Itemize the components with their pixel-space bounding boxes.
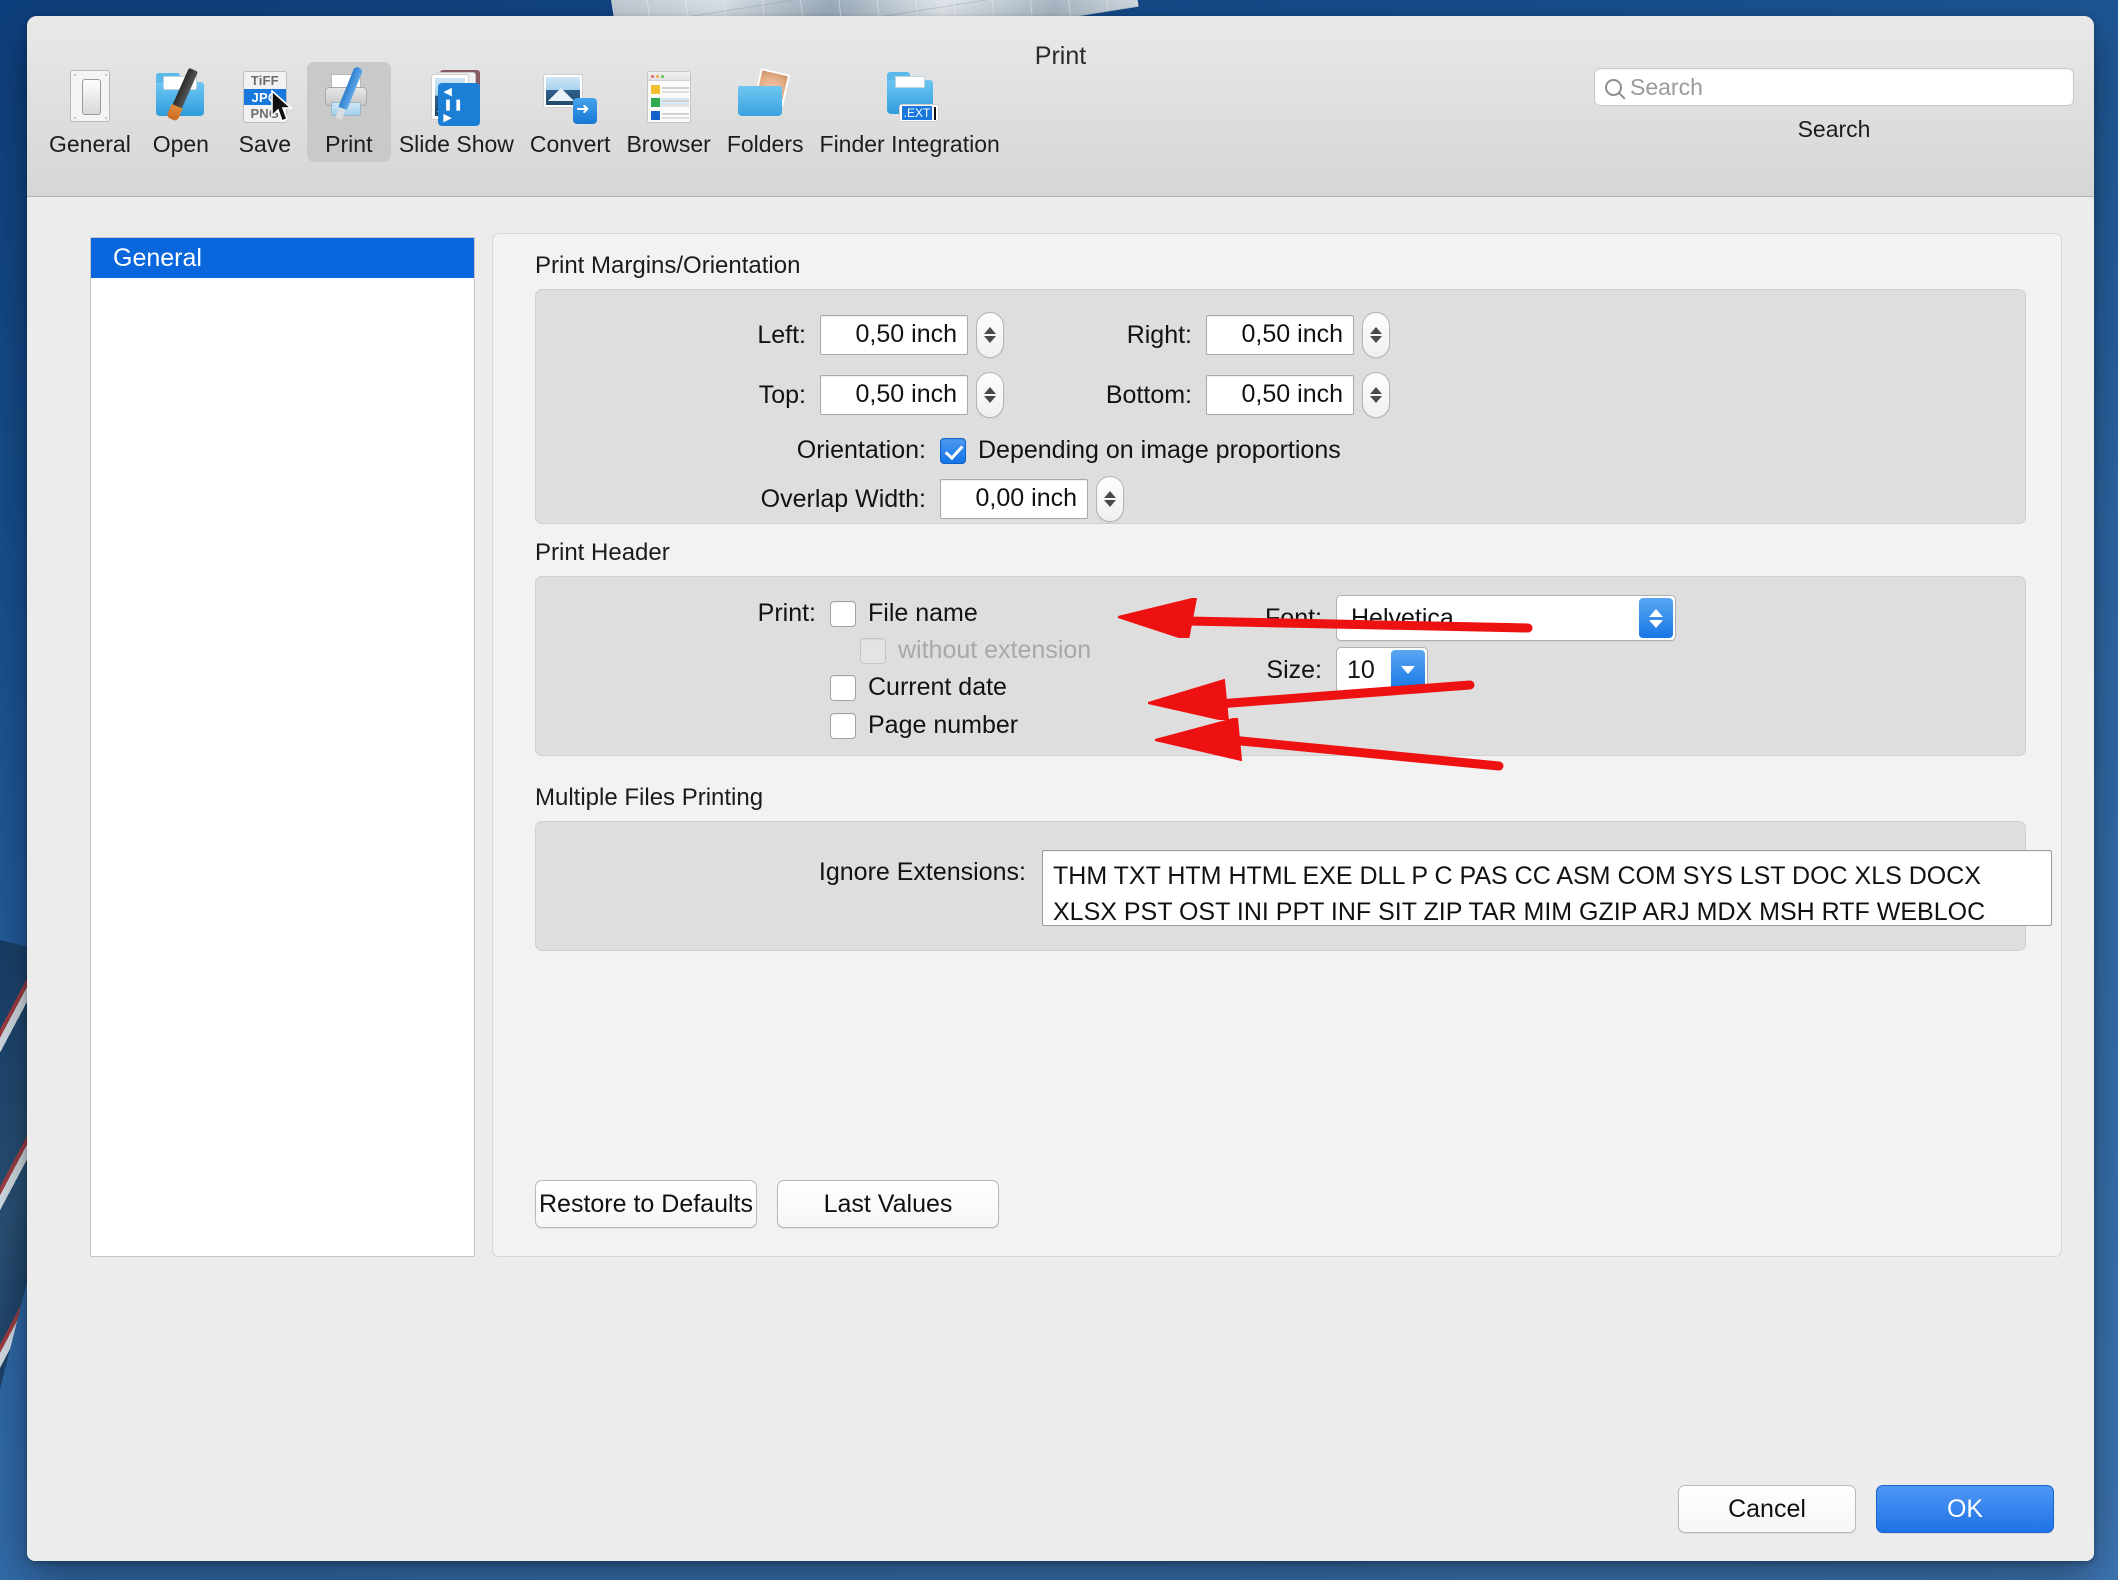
sidebar-item-general[interactable]: General [91, 238, 474, 278]
settings-sidebar: General [90, 237, 475, 1257]
toolbar-label-folders: Folders [726, 131, 804, 157]
restore-to-defaults-button[interactable]: Restore to Defaults [535, 1180, 757, 1228]
save-formats-icon: TiFF JPG PNG [236, 68, 294, 126]
checkbox-file-name[interactable] [830, 600, 856, 627]
chevron-updown-icon[interactable] [1639, 598, 1673, 638]
slideshow-photos-icon: ◀ ❚❚ ▶ [427, 68, 485, 126]
toolbar-item-folders[interactable]: Folders [719, 62, 812, 162]
toolbar-item-save[interactable]: TiFF JPG PNG Save [223, 62, 307, 162]
general-switch-icon [61, 68, 119, 126]
checkbox-current-date[interactable] [830, 674, 856, 701]
window-body: General Print Margins/Orientation Left: … [27, 197, 2094, 1561]
stepper-top-margin[interactable] [976, 372, 1004, 418]
label-current-date: Current date [868, 673, 1007, 701]
select-size-value: 10 [1347, 655, 1375, 684]
panel-action-buttons: Restore to Defaults Last Values [535, 1180, 999, 1228]
label-orientation: Orientation: [796, 436, 926, 464]
last-values-button[interactable]: Last Values [777, 1180, 999, 1228]
toolbar-item-convert[interactable]: Convert [522, 62, 619, 162]
toolbar-label-finder-integration: Finder Integration [819, 131, 1000, 157]
label-file-name: File name [868, 599, 978, 627]
group-box-print-margins: Left: 0,50 inch Right: 0,50 inch Top: 0,… [535, 289, 2026, 524]
checkbox-without-extension[interactable] [860, 637, 886, 664]
label-bottom-margin: Bottom: [1105, 380, 1192, 409]
group-multiple-files: Multiple Files Printing Ignore Extension… [535, 784, 2052, 951]
ok-button[interactable]: OK [1876, 1485, 2054, 1533]
input-ignore-extensions[interactable]: THM TXT HTM HTML EXE DLL P C PAS CC ASM … [1042, 850, 2052, 926]
checkbox-orientation-depending[interactable] [940, 437, 966, 464]
search-area: Search [1594, 68, 2074, 143]
group-box-multiple-files: Ignore Extensions: THM TXT HTM HTML EXE … [535, 821, 2052, 951]
mouse-cursor-icon [270, 89, 296, 129]
label-right-margin: Right: [1126, 320, 1192, 349]
input-bottom-margin[interactable]: 0,50 inch [1206, 375, 1354, 415]
label-without-extension: without extension [898, 636, 1092, 664]
label-overlap-width: Overlap Width: [760, 484, 926, 513]
select-size[interactable]: 10 [1336, 647, 1428, 693]
input-right-margin[interactable]: 0,50 inch [1206, 315, 1354, 355]
label-page-number: Page number [868, 711, 1019, 739]
label-print: Print: [757, 599, 816, 627]
toolbar-label-open: Open [152, 131, 209, 157]
toolbar-item-general[interactable]: General [41, 62, 139, 162]
input-top-margin[interactable]: 0,50 inch [820, 375, 968, 415]
label-left-margin: Left: [757, 320, 806, 349]
label-size: Size: [1266, 655, 1322, 684]
toolbar-label-general: General [49, 131, 131, 157]
label-font: Font: [1265, 603, 1322, 632]
chevron-down-icon[interactable] [1391, 650, 1425, 690]
toolbar-item-browser[interactable]: Browser [618, 62, 718, 162]
dialog-footer: Cancel OK [1678, 1485, 2054, 1533]
toolbar-items: General Open TiFF JPG PNG Save Print ◀ ❚… [41, 62, 1008, 162]
search-magnifier-icon [1605, 78, 1622, 96]
toolbar-label-slide-show: Slide Show [398, 131, 514, 157]
finder-integration-ext-icon: .EXT [881, 68, 940, 126]
label-top-margin: Top: [758, 380, 806, 409]
cancel-button[interactable]: Cancel [1678, 1485, 1856, 1533]
group-title-print-margins: Print Margins/Orientation [535, 252, 801, 279]
label-ignore-extensions: Ignore Extensions: [818, 858, 1026, 886]
settings-panel: Print Margins/Orientation Left: 0,50 inc… [492, 233, 2062, 1257]
select-font-value: Helvetica [1351, 603, 1454, 632]
convert-photo-arrow-icon [541, 68, 599, 126]
preferences-window: Print General Open TiFF JPG PNG Save Pri… [27, 16, 2094, 1561]
window-toolbar: Print General Open TiFF JPG PNG Save Pri… [27, 16, 2094, 197]
toolbar-label-convert: Convert [529, 131, 611, 157]
input-left-margin[interactable]: 0,50 inch [820, 315, 968, 355]
sidebar-item-label: General [113, 243, 202, 272]
stepper-bottom-margin[interactable] [1362, 372, 1390, 418]
stepper-right-margin[interactable] [1362, 312, 1390, 358]
stepper-overlap-width[interactable] [1096, 476, 1124, 522]
group-print-header: Print Header Print: File name without ex… [535, 539, 2026, 756]
open-folder-brush-icon [152, 67, 210, 126]
search-box[interactable] [1594, 68, 2074, 106]
toolbar-item-slide-show[interactable]: ◀ ❚❚ ▶ Slide Show [391, 62, 522, 162]
toolbar-label-save: Save [238, 131, 292, 157]
group-title-print-header: Print Header [535, 539, 670, 566]
checkbox-page-number[interactable] [830, 712, 856, 739]
toolbar-item-print[interactable]: Print [306, 62, 391, 162]
input-overlap-width[interactable]: 0,00 inch [940, 479, 1088, 519]
label-orientation-option: Depending on image proportions [978, 436, 1341, 464]
toolbar-label-print: Print [325, 131, 373, 157]
group-print-margins: Print Margins/Orientation Left: 0,50 inc… [535, 252, 2026, 524]
toolbar-item-open[interactable]: Open [139, 62, 223, 162]
browser-window-icon [640, 68, 698, 126]
folders-photo-icon [736, 66, 794, 126]
stepper-left-margin[interactable] [976, 312, 1004, 358]
printer-screwdriver-icon [320, 65, 378, 126]
select-font[interactable]: Helvetica [1336, 595, 1676, 641]
toolbar-label-browser: Browser [626, 131, 711, 157]
search-input[interactable] [1630, 73, 2063, 101]
search-caption: Search [1797, 116, 1871, 142]
toolbar-item-finder-integration[interactable]: .EXT Finder Integration [812, 62, 1008, 162]
group-title-multiple-files: Multiple Files Printing [535, 784, 764, 811]
group-box-print-header: Print: File name without extension Curre… [535, 576, 2026, 756]
